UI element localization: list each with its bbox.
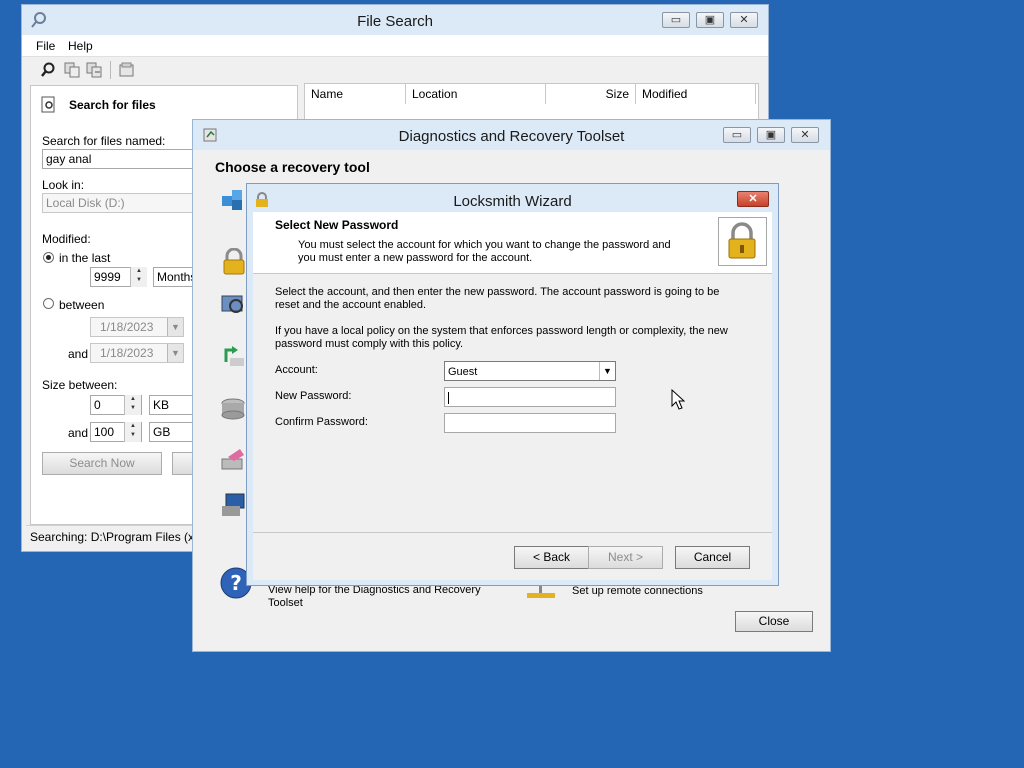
menu-help[interactable]: Help xyxy=(68,39,93,53)
in-the-last-label: in the last xyxy=(59,251,111,265)
file-search-titlebar[interactable]: File Search ▭ ▣ ✕ xyxy=(22,5,768,35)
file-search-title: File Search xyxy=(357,13,433,30)
toolbar xyxy=(22,57,768,83)
text-cursor xyxy=(448,391,449,404)
column-modified[interactable]: Modified xyxy=(636,84,756,104)
locksmith-titlebar[interactable]: Locksmith Wizard ✕ xyxy=(247,184,778,212)
header-title: Select New Password xyxy=(275,218,399,232)
computer-management-icon[interactable] xyxy=(220,492,248,520)
confirm-password-field[interactable] xyxy=(444,413,616,433)
divider xyxy=(110,61,111,79)
date-from-value: 1/18/2023 xyxy=(100,320,154,334)
document-search-icon xyxy=(41,96,57,117)
move-icon[interactable] xyxy=(86,62,104,81)
disk-commander-icon[interactable] xyxy=(220,395,248,423)
registry-editor-icon[interactable] xyxy=(220,186,248,214)
padlock-icon xyxy=(718,217,767,266)
chevron-down-icon: ▼ xyxy=(167,344,183,362)
and-label: and xyxy=(68,347,89,361)
new-password-label: New Password: xyxy=(275,390,352,402)
panel-title: Search for files xyxy=(69,98,156,112)
date-to-value: 1/18/2023 xyxy=(100,346,154,360)
back-button[interactable]: < Back xyxy=(514,546,589,569)
close-button[interactable]: ✕ xyxy=(730,12,758,28)
locksmith-title: Locksmith Wizard xyxy=(453,193,572,210)
dart-titlebar[interactable]: Diagnostics and Recovery Toolset ▭ ▣ ✕ xyxy=(193,120,830,150)
account-value: Guest xyxy=(448,366,478,378)
size-min-stepper[interactable]: ▲ ▼ xyxy=(124,395,141,415)
maximize-button[interactable]: ▣ xyxy=(696,12,724,28)
search-now-button[interactable]: Search Now xyxy=(42,452,162,475)
menu-file[interactable]: File xyxy=(36,39,55,53)
help-link[interactable]: View help for the Diagnostics and Recove… xyxy=(268,584,488,610)
date-to-picker[interactable]: 1/18/2023 ▼ xyxy=(90,343,184,363)
svg-text:?: ? xyxy=(230,571,242,595)
close-button[interactable]: ✕ xyxy=(791,127,819,143)
new-password-field[interactable] xyxy=(444,387,616,407)
column-name[interactable]: Name xyxy=(305,84,406,104)
cancel-button[interactable]: Cancel xyxy=(675,546,750,569)
and-size-label: and xyxy=(68,426,89,440)
footer-divider xyxy=(253,532,772,533)
minimize-button[interactable]: ▭ xyxy=(723,127,751,143)
copy-icon[interactable] xyxy=(64,62,82,81)
dart-close-button[interactable]: Close xyxy=(735,611,813,632)
disk-wipe-icon[interactable] xyxy=(220,445,248,473)
column-location[interactable]: Location xyxy=(406,84,546,104)
maximize-button[interactable]: ▣ xyxy=(757,127,785,143)
next-button[interactable]: Next > xyxy=(588,546,663,569)
search-named-label: Search for files named: xyxy=(42,134,166,148)
wizard-body: Select the account, and then enter the n… xyxy=(253,274,772,580)
modified-label: Modified: xyxy=(42,232,91,246)
size-max-stepper[interactable]: ▲ ▼ xyxy=(124,422,141,442)
in-the-last-radio[interactable] xyxy=(43,252,54,263)
account-select[interactable]: Guest ▼ xyxy=(444,361,616,381)
account-label: Account: xyxy=(275,364,318,376)
between-label: between xyxy=(59,298,105,312)
chevron-down-icon: ▼ xyxy=(167,318,183,336)
close-button[interactable]: ✕ xyxy=(737,191,769,207)
menu-bar: File Help xyxy=(22,35,768,57)
chevron-down-icon: ▼ xyxy=(599,362,615,380)
body-paragraph-1: Select the account, and then enter the n… xyxy=(275,286,720,311)
wizard-header: Select New Password You must select the … xyxy=(253,212,772,274)
minimize-button[interactable]: ▭ xyxy=(662,12,690,28)
choose-tool-heading: Choose a recovery tool xyxy=(215,159,370,175)
properties-icon[interactable] xyxy=(118,62,136,81)
header-description: You must select the account for which yo… xyxy=(298,239,671,264)
locksmith-icon[interactable] xyxy=(220,247,248,276)
size-between-label: Size between: xyxy=(42,378,118,392)
crash-analyzer-icon[interactable] xyxy=(220,292,248,320)
status-text: Searching: D:\Program Files (x8 xyxy=(30,530,201,544)
column-size[interactable]: Size xyxy=(546,84,636,104)
mouse-cursor-icon xyxy=(671,388,686,414)
between-radio[interactable] xyxy=(43,298,54,309)
body-paragraph-2: If you have a local policy on the system… xyxy=(275,325,728,350)
in-the-last-stepper[interactable]: ▲ ▼ xyxy=(130,267,147,287)
locksmith-window: Locksmith Wizard ✕ Select New Password Y… xyxy=(246,183,779,586)
look-in-label: Look in: xyxy=(42,178,85,192)
confirm-password-label: Confirm Password: xyxy=(275,416,368,428)
date-from-picker[interactable]: 1/18/2023 ▼ xyxy=(90,317,184,337)
remote-connections-link[interactable]: Set up remote connections xyxy=(572,585,703,597)
search-icon[interactable] xyxy=(40,62,56,81)
file-restore-icon[interactable] xyxy=(220,342,248,370)
